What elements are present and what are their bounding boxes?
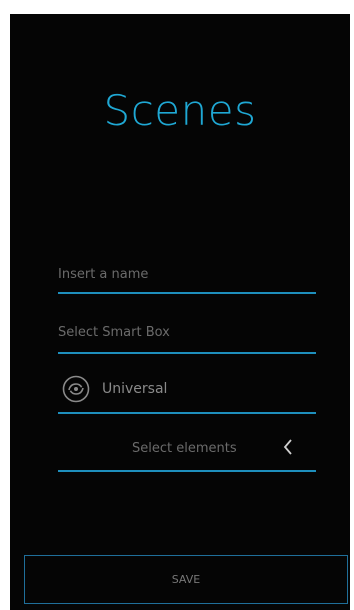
screen: Scenes Select Smart Box Universal Select… xyxy=(0,0,354,610)
page-title: Scenes xyxy=(103,86,257,135)
select-elements-row[interactable]: Select elements xyxy=(58,426,316,472)
smart-box-select-label: Select Smart Box xyxy=(58,325,170,340)
device-type-selector[interactable]: Universal xyxy=(58,368,316,414)
scene-name-field[interactable] xyxy=(58,254,316,294)
chevron-left-icon[interactable] xyxy=(280,436,296,458)
scene-name-input[interactable] xyxy=(58,262,316,286)
device-type-label: Universal xyxy=(102,381,168,397)
select-elements-label: Select elements xyxy=(132,441,237,456)
smart-box-select[interactable]: Select Smart Box xyxy=(58,314,316,354)
universal-remote-icon xyxy=(62,375,90,403)
save-button[interactable]: SAVE xyxy=(24,555,348,604)
app-screen: Scenes Select Smart Box Universal Select… xyxy=(10,14,350,610)
